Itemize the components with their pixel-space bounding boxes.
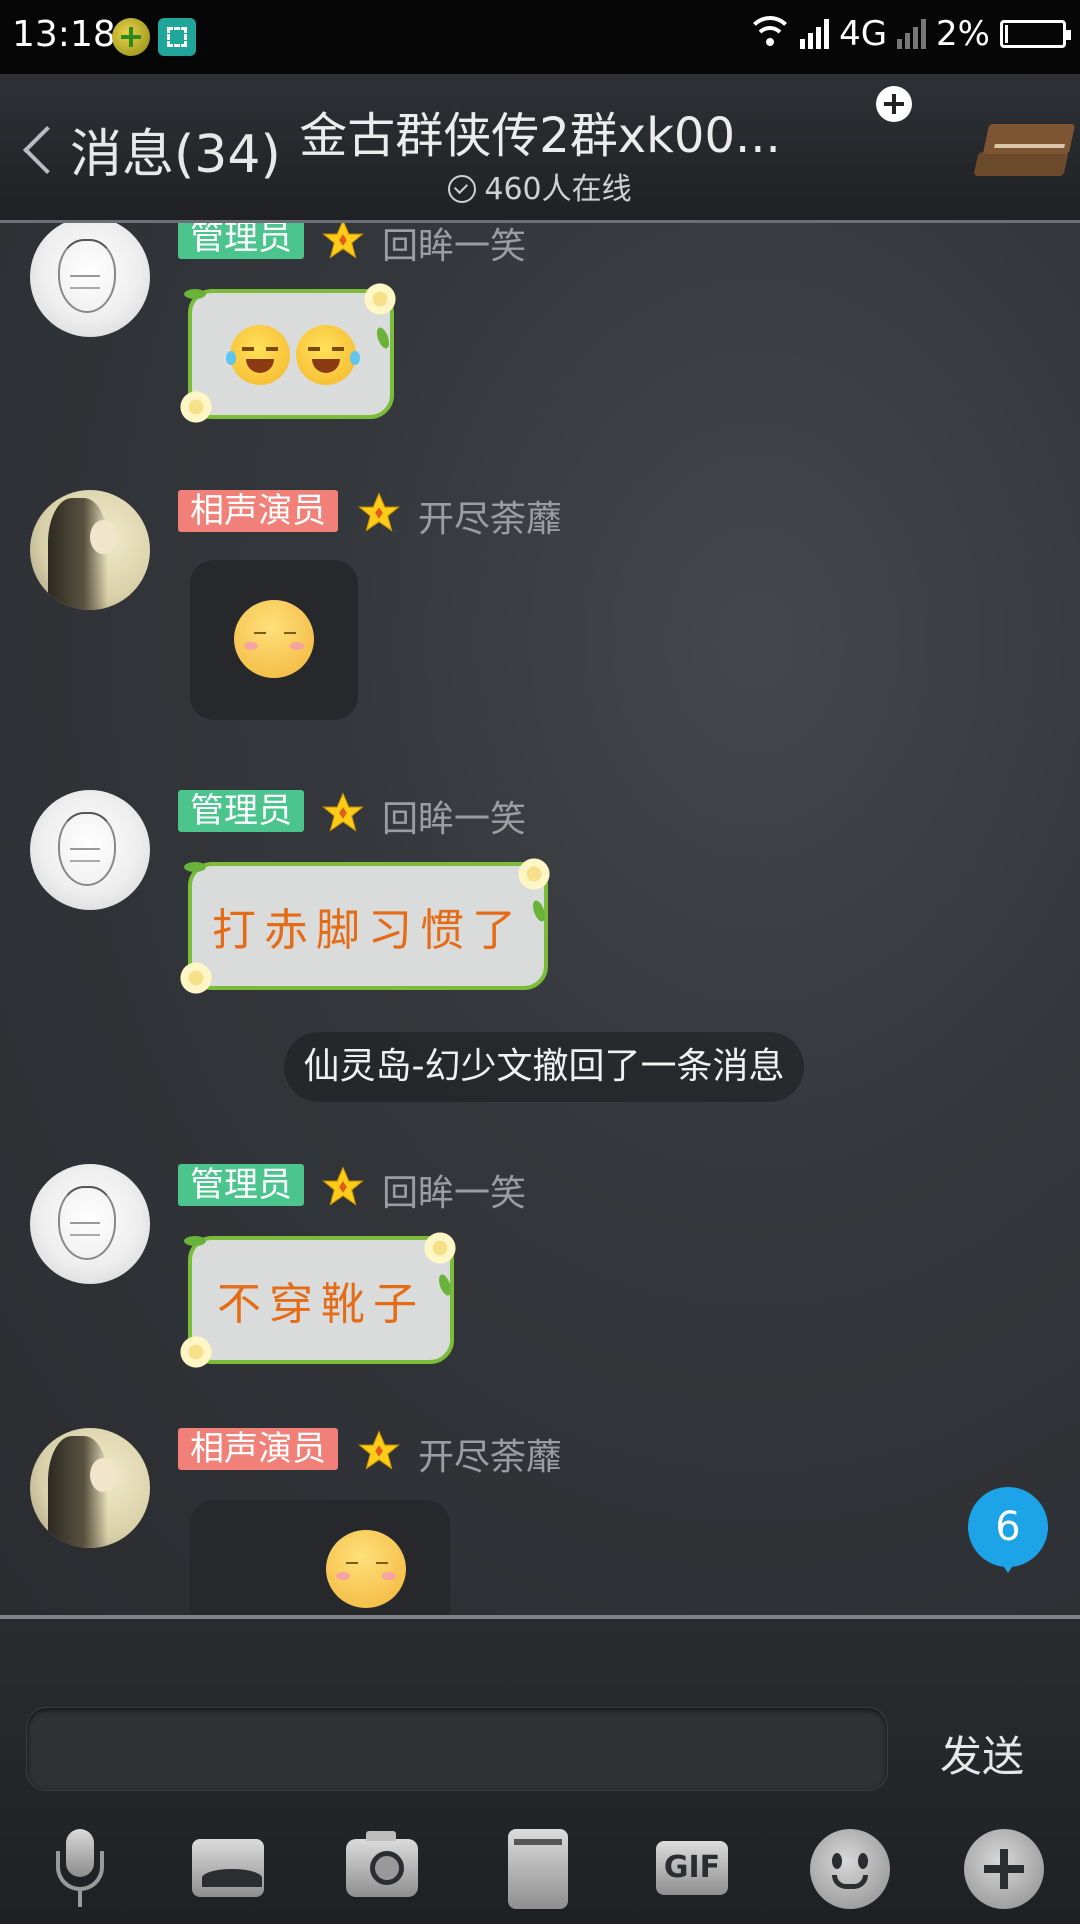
role-badge: 管理员 [178, 790, 304, 832]
star-icon [320, 1164, 366, 1210]
sticker-message[interactable] [190, 560, 358, 720]
gif-icon[interactable]: GIF [656, 1841, 728, 1895]
role-badge: 相声演员 [178, 490, 338, 532]
group-info-books-icon[interactable] [973, 106, 1076, 186]
emoji-icon[interactable] [810, 1829, 890, 1909]
camera-icon[interactable] [346, 1831, 418, 1897]
mic-icon[interactable] [38, 1829, 118, 1909]
role-badge: 管理员 [178, 1164, 304, 1206]
flower-decoration [516, 856, 552, 892]
sender-name: 回眸一笑 [382, 799, 527, 840]
sender-name: 开尽荼蘼 [418, 499, 563, 540]
battery-percent: 2% [936, 14, 990, 54]
avatar[interactable] [30, 490, 150, 610]
signal-secondary-icon [897, 19, 927, 49]
avatar[interactable] [30, 1164, 150, 1284]
flower-decoration [178, 389, 214, 425]
sender-name: 回眸一笑 [382, 1173, 527, 1214]
recall-notice: 仙灵岛-幻少文撤回了一条消息 [284, 1032, 804, 1102]
star-icon [320, 223, 366, 263]
network-type: 4G [839, 14, 888, 54]
check-circle-icon [448, 175, 477, 203]
sender-name: 回眸一笑 [382, 226, 527, 267]
flower-decoration [178, 960, 214, 996]
app-notification-icon [112, 18, 150, 56]
message-bubble[interactable]: 不穿靴子 [178, 1230, 458, 1370]
avatar[interactable] [30, 223, 150, 337]
status-bar: 13:18 4G 2% [0, 0, 1080, 74]
battery-icon [1000, 20, 1071, 48]
star-icon [356, 1428, 402, 1474]
message-text: 不穿靴子 [217, 1279, 425, 1330]
message-bubble[interactable]: 打赤脚习惯了 [178, 856, 552, 996]
message-list[interactable]: 管理员 回眸一笑 相声演员 开尽荼蘼 管理员 回眸一笑 打赤脚习惯了 仙灵岛-幻… [0, 223, 1080, 1615]
flower-decoration [178, 1334, 214, 1370]
send-button[interactable]: 发送 [940, 1723, 1024, 1784]
role-badge: 管理员 [178, 223, 304, 259]
message-bubble[interactable] [178, 281, 398, 425]
message-input[interactable] [26, 1707, 888, 1791]
group-title[interactable]: 金古群侠传2群xk00... [0, 96, 1080, 166]
flower-decoration [422, 1230, 458, 1266]
input-bar: 发送 GIF [0, 1615, 1080, 1924]
avatar[interactable] [30, 1428, 150, 1548]
signal-icon [800, 19, 830, 49]
laughing-emoji-icon [296, 325, 360, 385]
plus-icon[interactable] [964, 1829, 1044, 1909]
screenshot-notification-icon [158, 18, 196, 56]
chat-header: 消息(34) 金古群侠传2群xk00... 460人在线 [0, 74, 1080, 223]
add-icon[interactable] [876, 86, 912, 122]
sticker-face-icon [234, 600, 314, 678]
online-count: 460人在线 [0, 164, 1080, 208]
file-icon[interactable] [508, 1829, 568, 1909]
sender-name: 开尽荼蘼 [418, 1437, 563, 1478]
sticker-face-icon [326, 1530, 406, 1608]
laughing-emoji-icon [226, 325, 290, 385]
toolbar: GIF [0, 1819, 1080, 1919]
role-badge: 相声演员 [178, 1428, 338, 1470]
avatar[interactable] [30, 790, 150, 910]
star-icon [320, 790, 366, 836]
sticker-message[interactable] [190, 1500, 450, 1615]
status-time: 13:18 [12, 14, 116, 55]
unread-count-badge[interactable]: 6 [968, 1487, 1048, 1573]
wifi-icon [746, 16, 795, 52]
online-count-text: 460人在线 [484, 172, 632, 207]
message-text: 打赤脚习惯了 [212, 905, 524, 956]
image-icon[interactable] [192, 1839, 264, 1897]
flower-decoration [362, 281, 398, 317]
star-icon [356, 490, 402, 536]
